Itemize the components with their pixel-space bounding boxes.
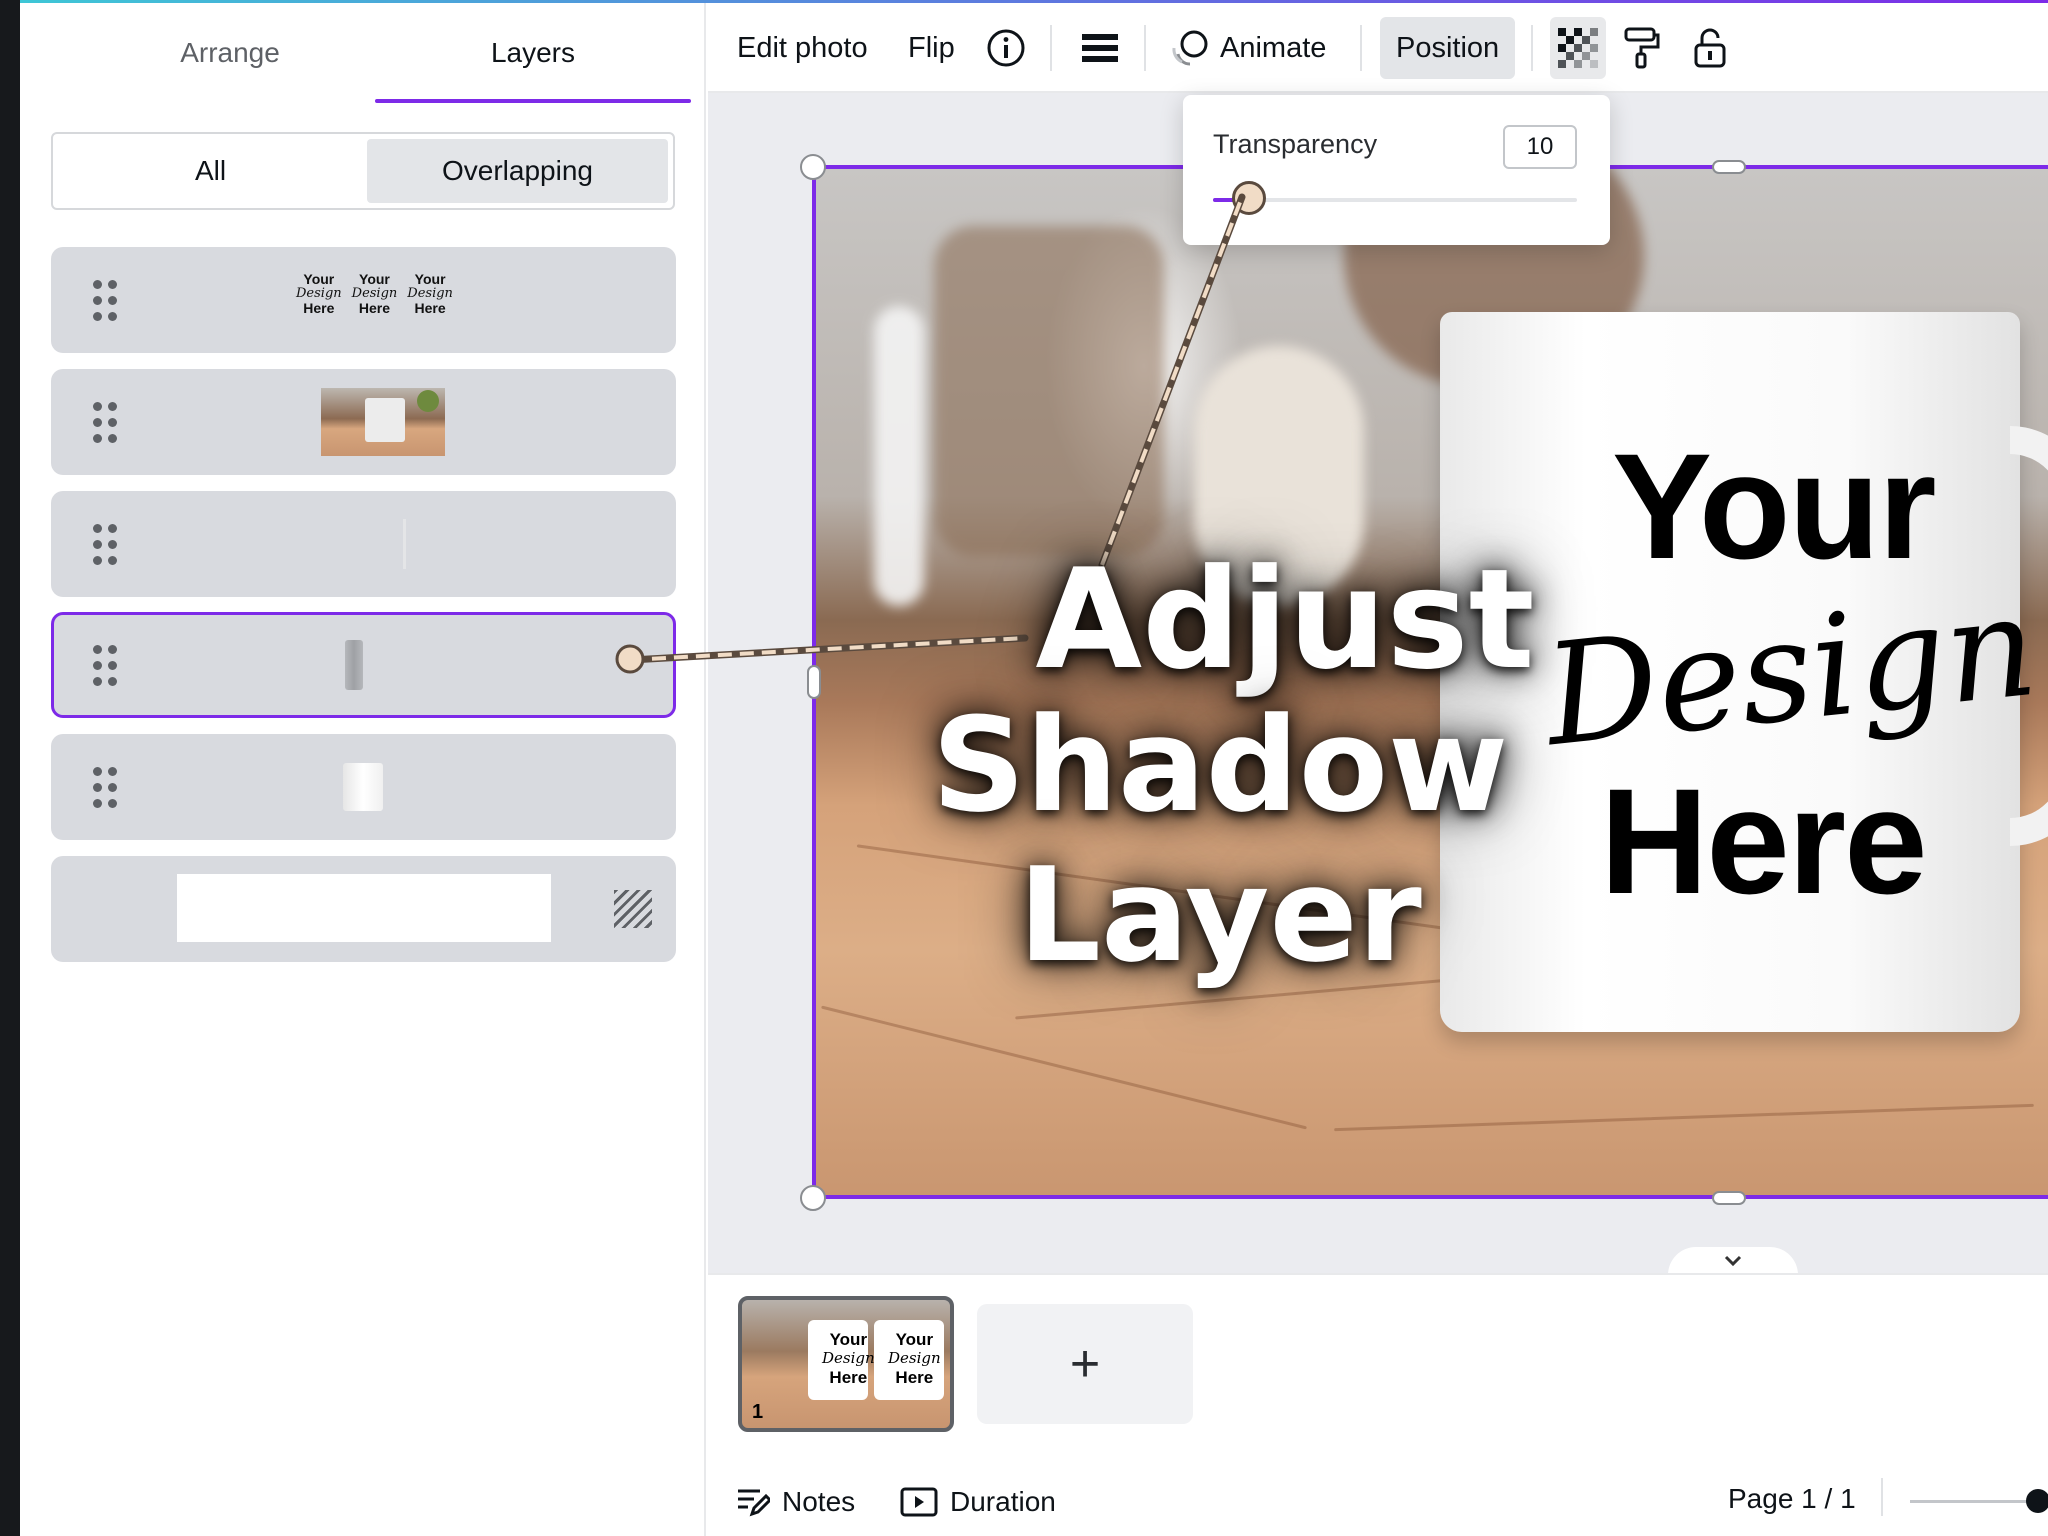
play-box-icon: [900, 1487, 938, 1517]
wood-grain: [821, 1005, 1307, 1130]
transparency-slider-knob[interactable]: [1232, 181, 1267, 215]
transparency-label: Transparency: [1213, 129, 1378, 159]
filter-overlapping-button[interactable]: Overlapping: [367, 139, 668, 203]
drag-handle-icon[interactable]: [93, 402, 119, 444]
layer-filter: All Overlapping: [51, 132, 675, 210]
thumb-word-2: Design: [822, 1349, 875, 1367]
context-toolbar: Edit photo Flip Animate Position: [708, 3, 2048, 93]
thumb-word-2: Design: [407, 286, 453, 301]
chevron-down-icon[interactable]: [1668, 1247, 1798, 1275]
thumb-word-2: Design: [296, 286, 342, 301]
tab-layers[interactable]: Layers: [375, 3, 691, 103]
lines-icon[interactable]: [1078, 17, 1122, 79]
layers-panel: Arrange Layers All Overlapping Your Desig…: [20, 3, 706, 1536]
transparency-value-input[interactable]: 10: [1503, 125, 1577, 169]
duration-label: Duration: [950, 1486, 1056, 1517]
background-shelf-shape: [934, 226, 1164, 556]
thumb-word-1: Your: [829, 1330, 868, 1349]
toolbar-divider: [1050, 25, 1052, 71]
position-button[interactable]: Position: [1380, 17, 1516, 79]
thumb-word-3: Here: [358, 300, 391, 316]
zoom-slider-knob[interactable]: [2026, 1489, 2048, 1513]
animate-icon: [1172, 30, 1208, 66]
layer-row-background[interactable]: [51, 856, 676, 962]
transparency-slider-track[interactable]: [1213, 198, 1577, 202]
wood-grain: [1334, 1103, 2034, 1132]
headline-line-1: Adjust: [1035, 539, 1535, 700]
flip-button[interactable]: Flip: [908, 17, 955, 79]
layer-thumb-background: [177, 874, 551, 942]
notes-button[interactable]: Notes: [736, 1482, 855, 1522]
animate-button[interactable]: Animate: [1170, 17, 1326, 79]
drag-handle-icon[interactable]: [93, 280, 119, 322]
app-edge-strip: [0, 0, 20, 1536]
add-page-button[interactable]: +: [977, 1304, 1193, 1424]
toolbar-divider: [1360, 25, 1362, 71]
thumb-word-3: Here: [414, 300, 446, 316]
thumb-word-2: Design: [351, 286, 398, 301]
layer-row-highlight[interactable]: [51, 734, 676, 840]
tab-arrange[interactable]: Arrange: [72, 3, 388, 103]
animate-label: Animate: [1220, 31, 1327, 64]
page-number: 1: [752, 1401, 764, 1423]
filter-all-button[interactable]: All: [58, 139, 363, 203]
layer-thumb-photo: [321, 388, 445, 456]
thumb-word-1: Your: [359, 271, 390, 287]
thumb-word-3: Here: [829, 1368, 868, 1387]
layer-thumb-text: Your Design Here Your Design Here Your Design…: [296, 271, 453, 316]
thumb-word-1: Your: [414, 271, 446, 287]
unlock-icon[interactable]: [1688, 17, 1732, 79]
drag-handle-icon[interactable]: [93, 524, 119, 566]
notes-icon: [738, 1489, 770, 1517]
thumb-word-1: Your: [895, 1330, 934, 1349]
notes-label: Notes: [782, 1486, 856, 1517]
no-fill-icon: [614, 890, 652, 928]
resize-handle-top-left[interactable]: [800, 154, 826, 180]
footer-divider: [1881, 1478, 1883, 1516]
thumb-word-3: Here: [895, 1368, 934, 1387]
layer-thumb-highlight: [343, 763, 383, 811]
layer-thumb-line: [403, 519, 406, 569]
paint-roller-icon[interactable]: [1620, 17, 1664, 79]
layer-row-shadow[interactable]: [51, 612, 676, 718]
edit-photo-button[interactable]: Edit photo: [737, 17, 868, 79]
info-icon[interactable]: [984, 17, 1028, 79]
drag-handle-icon[interactable]: [93, 767, 119, 809]
thumb-word-1: Your: [303, 271, 335, 287]
checkerboard-icon[interactable]: [1550, 17, 1606, 79]
zoom-slider-track[interactable]: [1910, 1500, 2040, 1503]
panel-tabs: Arrange Layers: [20, 3, 706, 103]
headline-line-2: Shadow Layer: [931, 689, 1509, 991]
layer-row-text[interactable]: Your Design Here Your Design Here Your Design…: [51, 247, 676, 353]
thumb-word-3: Here: [303, 300, 335, 316]
thumb-word-2: Design: [888, 1349, 941, 1367]
resize-handle-bottom[interactable]: [1712, 1191, 1746, 1205]
resize-handle-top[interactable]: [1712, 160, 1746, 174]
drag-handle-icon[interactable]: [93, 645, 119, 687]
toolbar-divider: [1144, 25, 1146, 71]
resize-handle-bottom-left[interactable]: [800, 1185, 826, 1211]
transparency-popover: Transparency 10: [1183, 95, 1610, 245]
layer-row-photo[interactable]: [51, 369, 676, 475]
toolbar-divider: [1531, 25, 1533, 71]
layer-thumb-shadow: [345, 640, 363, 690]
page-thumbnail[interactable]: Your Design Here Your Design Here 1: [738, 1296, 954, 1432]
duration-button[interactable]: Duration: [900, 1482, 1056, 1522]
thumb-text: Your Design Here: [822, 1330, 875, 1387]
layer-row-line[interactable]: [51, 491, 676, 597]
page-indicator: Page 1 / 1: [1728, 1483, 1856, 1514]
annotation-headline: Adjust Shadow Layer: [760, 539, 1680, 991]
thumb-text: Your Design Here: [888, 1330, 941, 1387]
